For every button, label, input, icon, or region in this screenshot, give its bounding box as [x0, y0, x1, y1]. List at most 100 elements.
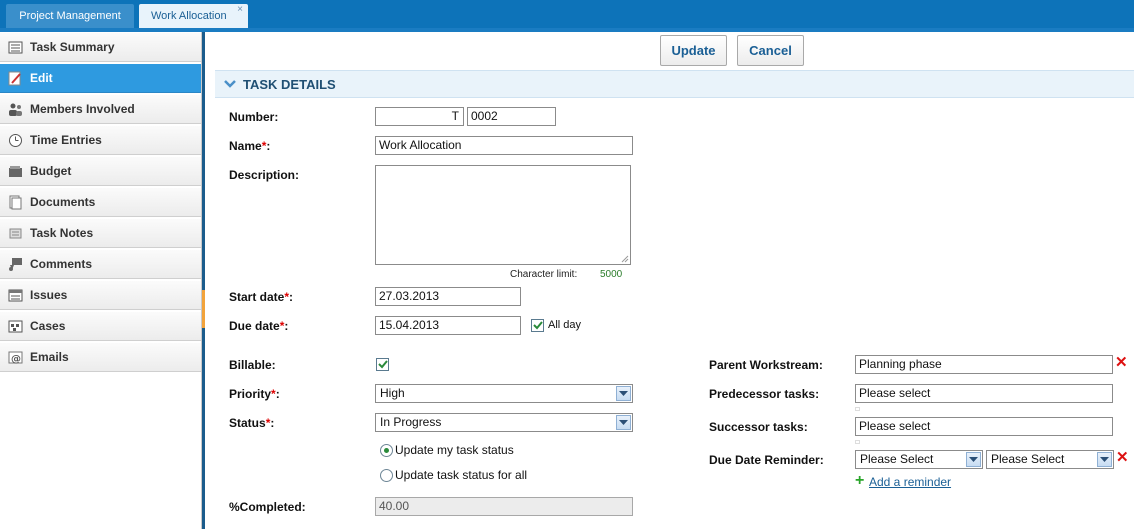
document-icon	[9, 195, 22, 210]
svg-text:@: @	[11, 354, 21, 365]
reminder-amount-select[interactable]: Please Select	[855, 450, 983, 469]
predecessor-label: Predecessor tasks:	[709, 387, 820, 401]
main-content: Update Cancel TASK DETAILS Number: T 000…	[205, 32, 1134, 529]
clock-icon	[9, 134, 22, 147]
resize-handle-icon[interactable]	[621, 255, 629, 263]
due-date-label: Due date*:	[229, 319, 289, 333]
issues-icon	[8, 289, 23, 302]
update-my-status-label: Update my task status	[395, 443, 514, 457]
successor-marker	[855, 440, 860, 444]
comment-icon	[9, 258, 22, 271]
tab-label: Work Allocation	[151, 10, 227, 22]
sidebar-item-label: Documents	[30, 195, 96, 209]
reminder-unit-select[interactable]: Please Select	[986, 450, 1114, 469]
predecessor-field[interactable]: Please select	[855, 384, 1113, 403]
predecessor-marker	[855, 407, 860, 411]
clear-reminder-icon[interactable]: ✕	[1116, 450, 1129, 465]
number-prefix-field[interactable]: T	[375, 107, 464, 126]
sidebar-item-label: Cases	[30, 319, 66, 333]
char-limit-value: 5000	[600, 269, 623, 280]
checkmark-icon	[378, 360, 388, 369]
successor-field[interactable]: Please select	[855, 417, 1113, 436]
name-field[interactable]: Work Allocation	[375, 136, 633, 155]
successor-label: Successor tasks:	[709, 420, 808, 434]
clear-parent-icon[interactable]: ✕	[1115, 355, 1128, 370]
sidebar-item-members-involved[interactable]: Members Involved	[0, 94, 201, 124]
sidebar-item-label: Task Summary	[30, 40, 115, 54]
description-textarea[interactable]	[375, 165, 631, 265]
list-icon	[8, 41, 23, 54]
sidebar-item-edit[interactable]: Edit	[0, 63, 201, 93]
billable-label: Billable:	[229, 358, 276, 372]
billable-checkbox[interactable]	[376, 358, 389, 371]
update-all-status-radio[interactable]	[380, 469, 393, 482]
start-date-field[interactable]: 27.03.2013	[375, 287, 521, 306]
sidebar-item-label: Time Entries	[30, 133, 102, 147]
priority-value: High	[380, 386, 405, 400]
tab-work-allocation[interactable]: Work Allocation ×	[139, 4, 248, 28]
completed-field: 40.00	[375, 497, 633, 516]
char-limit-label: Character limit:	[510, 269, 578, 280]
number-label: Number:	[229, 110, 279, 124]
sidebar-item-issues[interactable]: Issues	[0, 280, 201, 310]
email-icon: @	[8, 351, 23, 365]
update-button[interactable]: Update	[660, 35, 727, 66]
task-details-section-header[interactable]: TASK DETAILS	[215, 70, 1134, 98]
parent-workstream-field[interactable]: Planning phase	[855, 355, 1113, 374]
cancel-button[interactable]: Cancel	[737, 35, 804, 66]
start-date-label: Start date*:	[229, 290, 294, 304]
sidebar-item-budget[interactable]: Budget	[0, 156, 201, 186]
sidebar-item-time-entries[interactable]: Time Entries	[0, 125, 201, 155]
edit-icon	[8, 71, 21, 86]
status-select[interactable]: In Progress	[375, 413, 633, 432]
chevron-down-icon	[616, 415, 631, 430]
status-label: Status*:	[229, 416, 275, 430]
sidebar-item-label: Comments	[30, 257, 93, 271]
all-day-checkbox[interactable]	[531, 319, 544, 332]
due-date-field[interactable]: 15.04.2013	[375, 316, 521, 335]
plus-icon[interactable]: +	[855, 473, 864, 489]
chevron-down-icon	[616, 386, 631, 401]
cases-icon	[8, 320, 23, 333]
all-day-label: All day	[548, 319, 582, 331]
sidebar-item-label: Budget	[30, 164, 72, 178]
wallet-icon	[9, 166, 22, 177]
sidebar-item-documents[interactable]: Documents	[0, 187, 201, 217]
sidebar-item-label: Issues	[30, 288, 68, 302]
close-tab-icon[interactable]: ×	[237, 0, 243, 22]
priority-label: Priority*:	[229, 387, 280, 401]
sidebar-item-label: Emails	[30, 350, 69, 364]
sidebar-item-comments[interactable]: Comments	[0, 249, 201, 279]
status-value: In Progress	[380, 415, 442, 429]
update-my-status-radio[interactable]	[380, 444, 393, 457]
people-icon	[9, 103, 22, 116]
checkmark-icon	[533, 321, 543, 330]
chevron-down-icon	[966, 452, 981, 467]
sidebar-item-emails[interactable]: @ Emails	[0, 342, 201, 372]
note-icon	[9, 228, 22, 239]
reminder-amount-value: Please Select	[860, 452, 934, 466]
section-title: TASK DETAILS	[243, 77, 336, 92]
sidebar-item-label: Members Involved	[30, 102, 135, 116]
name-label: Name*:	[229, 139, 271, 153]
update-all-status-label: Update task status for all	[395, 468, 528, 482]
top-tab-bar: Project Management Work Allocation ×	[0, 0, 1134, 32]
description-label: Description:	[229, 168, 300, 182]
tab-label: Project Management	[19, 10, 121, 22]
tab-project-management[interactable]: Project Management	[6, 4, 134, 28]
number-field[interactable]: 0002	[467, 107, 556, 126]
sidebar-item-task-summary[interactable]: Task Summary	[0, 32, 201, 62]
reminder-unit-value: Please Select	[991, 452, 1065, 466]
chevron-down-icon	[1097, 452, 1112, 467]
sidebar: Task Summary Edit Members Involved Time …	[0, 32, 202, 529]
parent-workstream-label: Parent Workstream:	[709, 358, 823, 372]
sidebar-item-label: Task Notes	[30, 226, 94, 240]
add-reminder-link[interactable]: Add a reminder	[869, 475, 951, 489]
chevron-down-icon	[224, 80, 236, 88]
completed-label: %Completed:	[229, 500, 306, 514]
due-date-reminder-label: Due Date Reminder:	[709, 453, 824, 467]
sidebar-item-cases[interactable]: Cases	[0, 311, 201, 341]
priority-select[interactable]: High	[375, 384, 633, 403]
sidebar-item-task-notes[interactable]: Task Notes	[0, 218, 201, 248]
sidebar-item-label: Edit	[30, 71, 53, 85]
